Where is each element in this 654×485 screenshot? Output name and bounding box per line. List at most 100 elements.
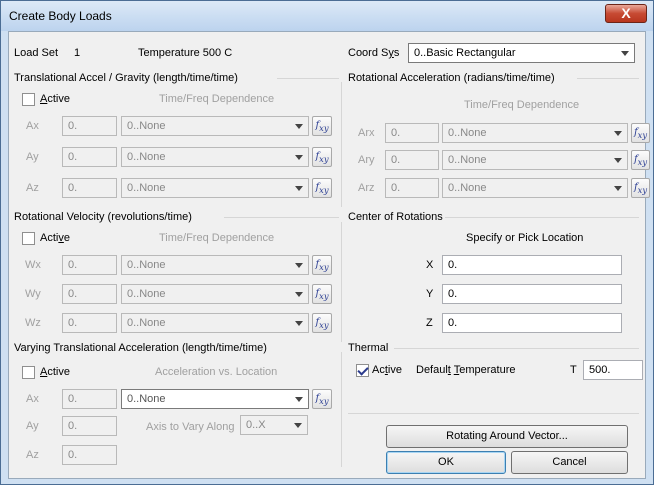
- t-label: T: [570, 364, 577, 376]
- rot-accel-title: Rotational Acceleration (radians/time/ti…: [348, 72, 555, 84]
- center-y-field[interactable]: 0.: [442, 284, 622, 304]
- az-function-dropdown[interactable]: 0..None: [121, 178, 309, 198]
- chevron-down-icon: [295, 186, 303, 191]
- chevron-down-icon: [295, 124, 303, 129]
- fxy-icon[interactable]: fxy: [631, 178, 650, 198]
- wx-function-dropdown[interactable]: 0..None: [121, 255, 309, 275]
- wy-function-dropdown[interactable]: 0..None: [121, 284, 309, 304]
- ax-field[interactable]: 0.: [62, 116, 117, 136]
- dialog-title: Create Body Loads: [9, 9, 112, 23]
- trans-accel-active-checkbox[interactable]: [22, 93, 35, 106]
- center-title: Center of Rotations: [348, 211, 443, 223]
- center-y-label: Y: [426, 288, 434, 300]
- chevron-down-icon: [295, 263, 303, 268]
- rot-velocity-active-checkbox[interactable]: [22, 232, 35, 245]
- accel-vs-location-label: Acceleration vs. Location: [155, 366, 278, 378]
- fxy-icon[interactable]: fxy: [631, 150, 650, 170]
- ary-field[interactable]: 0.: [385, 150, 439, 170]
- load-set-label: Load Set: [14, 47, 59, 59]
- chevron-down-icon: [295, 155, 303, 160]
- fxy-icon[interactable]: fxy: [312, 116, 332, 136]
- varying-az-field[interactable]: 0.: [62, 445, 117, 465]
- varying-ay-field[interactable]: 0.: [62, 416, 117, 436]
- chevron-down-icon: [614, 158, 622, 163]
- fxy-icon[interactable]: fxy: [631, 123, 650, 143]
- fxy-icon[interactable]: fxy: [312, 284, 332, 304]
- ary-label: Ary: [358, 154, 375, 166]
- ay-function-dropdown[interactable]: 0..None: [121, 147, 309, 167]
- fxy-icon[interactable]: fxy: [312, 178, 332, 198]
- wx-label: Wx: [25, 259, 41, 271]
- wz-field[interactable]: 0.: [62, 313, 117, 333]
- close-button[interactable]: X: [605, 4, 647, 23]
- wz-function-dropdown[interactable]: 0..None: [121, 313, 309, 333]
- arx-function-dropdown[interactable]: 0..None: [442, 123, 628, 143]
- pick-location-label: Specify or Pick Location: [466, 232, 584, 244]
- ay-field[interactable]: 0.: [62, 147, 117, 167]
- chevron-down-icon: [295, 321, 303, 326]
- group-line: [394, 348, 639, 349]
- center-z-label: Z: [426, 317, 433, 329]
- rot-velocity-title: Rotational Velocity (revolutions/time): [14, 211, 192, 223]
- ay-label: Ay: [26, 151, 39, 163]
- wx-field[interactable]: 0.: [62, 255, 117, 275]
- varying-active-checkbox[interactable]: [22, 366, 35, 379]
- chevron-down-icon: [614, 131, 622, 136]
- group-line: [577, 78, 639, 79]
- chevron-down-icon: [295, 292, 303, 297]
- chevron-down-icon: [614, 186, 622, 191]
- varying-ay-label: Ay: [26, 420, 39, 432]
- center-x-field[interactable]: 0.: [442, 255, 622, 275]
- varying-ax-field[interactable]: 0.: [62, 389, 117, 409]
- coord-sys-value: 0..Basic Rectangular: [414, 47, 516, 59]
- group-line: [224, 217, 339, 218]
- ok-button[interactable]: OK: [386, 451, 506, 474]
- thermal-title: Thermal: [348, 342, 389, 354]
- thermal-active-checkbox[interactable]: [356, 364, 369, 377]
- varying-ax-function-dropdown[interactable]: 0..None: [121, 389, 309, 409]
- fxy-icon[interactable]: fxy: [312, 313, 332, 333]
- az-field[interactable]: 0.: [62, 178, 117, 198]
- rotating-around-vector-button[interactable]: Rotating Around Vector...: [386, 425, 628, 448]
- cancel-button[interactable]: Cancel: [511, 451, 628, 474]
- rot-velocity-active-label: Active: [40, 232, 70, 244]
- center-z-field[interactable]: 0.: [442, 313, 622, 333]
- arz-function-dropdown[interactable]: 0..None: [442, 178, 628, 198]
- coord-sys-label: Coord Sys: [348, 47, 400, 59]
- chevron-down-icon: [294, 423, 302, 428]
- axis-to-vary-dropdown[interactable]: 0..X: [240, 415, 308, 435]
- arx-field[interactable]: 0.: [385, 123, 439, 143]
- rot-velocity-dependence-label: Time/Freq Dependence: [159, 232, 275, 244]
- arx-label: Arx: [358, 127, 375, 139]
- fxy-icon[interactable]: fxy: [312, 389, 332, 409]
- load-set-name: Temperature 500 C: [138, 47, 233, 59]
- chevron-down-icon: [621, 51, 629, 56]
- az-label: Az: [26, 182, 39, 194]
- title-bar[interactable]: Create Body Loads X: [1, 1, 653, 31]
- group-line: [445, 217, 639, 218]
- trans-accel-active-label: Active: [40, 93, 70, 105]
- wy-field[interactable]: 0.: [62, 284, 117, 304]
- center-x-label: X: [426, 259, 434, 271]
- group-line: [277, 78, 339, 79]
- ax-function-dropdown[interactable]: 0..None: [121, 116, 309, 136]
- varying-title: Varying Translational Acceleration (leng…: [14, 342, 267, 354]
- arz-field[interactable]: 0.: [385, 178, 439, 198]
- wy-label: Wy: [25, 288, 41, 300]
- group-line: [348, 413, 639, 414]
- load-set-value: 1: [74, 47, 81, 59]
- axis-to-vary-label: Axis to Vary Along: [146, 421, 235, 433]
- arz-label: Arz: [358, 182, 375, 194]
- group-divider: [341, 82, 342, 207]
- ary-function-dropdown[interactable]: 0..None: [442, 150, 628, 170]
- fxy-icon[interactable]: fxy: [312, 147, 332, 167]
- group-divider: [341, 352, 342, 467]
- dialog-body: Load Set 1 Temperature 500 C Coord Sys 0…: [8, 31, 650, 479]
- coord-sys-dropdown[interactable]: 0..Basic Rectangular: [408, 43, 635, 63]
- trans-accel-title: Translational Accel / Gravity (length/ti…: [14, 72, 238, 84]
- varying-ax-label: Ax: [26, 393, 39, 405]
- temperature-field[interactable]: 500.: [583, 360, 643, 380]
- fxy-icon[interactable]: fxy: [312, 255, 332, 275]
- ax-label: Ax: [26, 120, 39, 132]
- wz-label: Wz: [25, 317, 41, 329]
